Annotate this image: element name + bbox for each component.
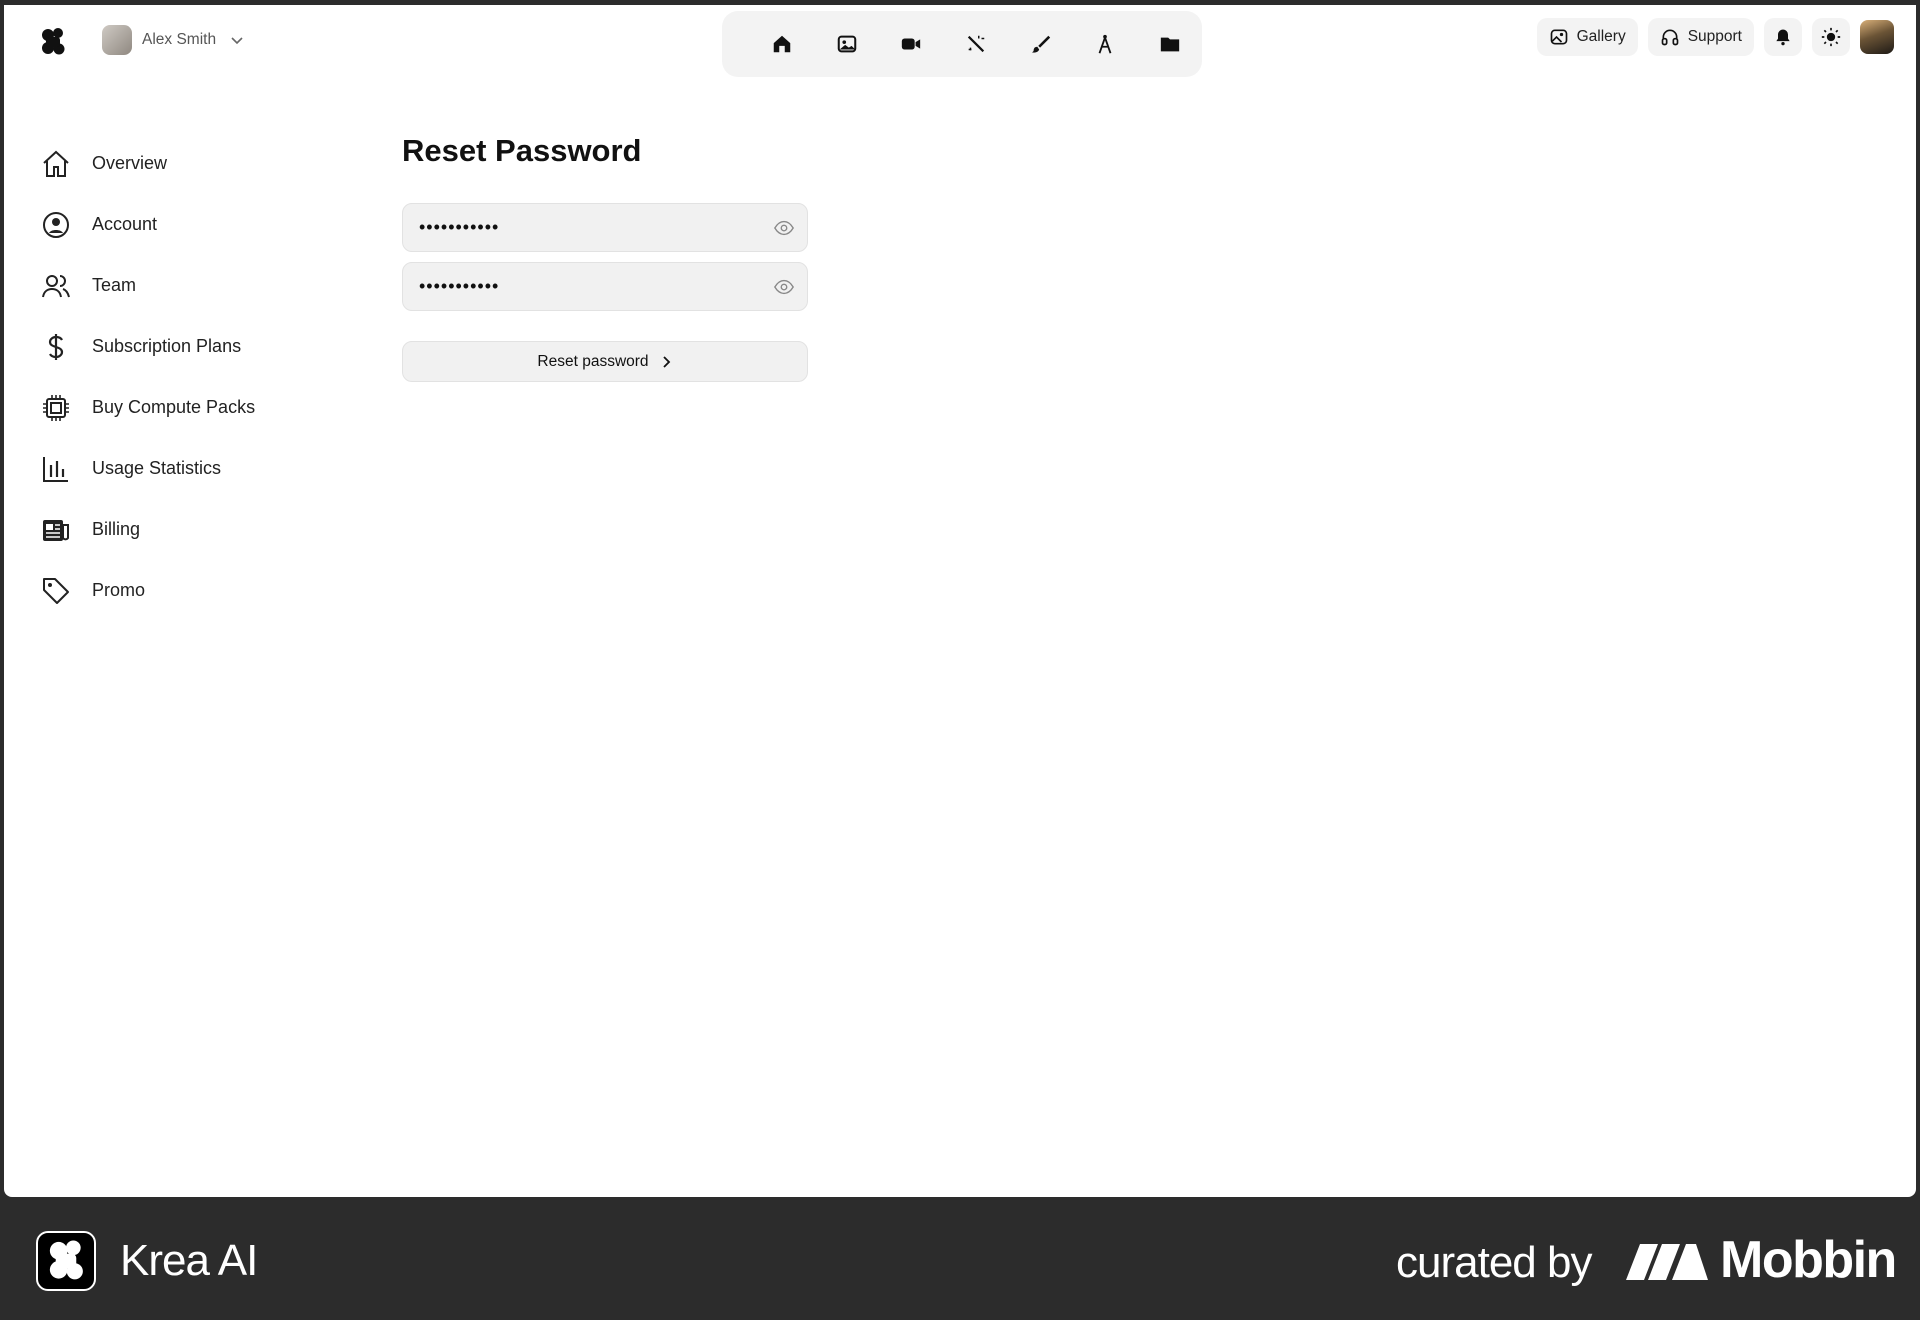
folder-icon [1160,37,1179,52]
sidebar-item-label: Buy Compute Packs [92,397,256,417]
sidebar-item-label: Team [92,275,137,295]
sidebar-item-label: Overview [92,153,168,173]
image-tool-button[interactable] [815,22,880,66]
sidebar-item-overview[interactable]: Overview [40,133,320,194]
top-actions: Gallery Support [1536,17,1894,57]
sidebar-item-label: Usage Statistics [92,458,222,478]
eye-icon[interactable] [773,276,795,298]
sidebar-item-label: Promo [92,580,146,600]
avatar [102,25,132,55]
krea-app-logo [36,1231,96,1291]
footer-banner: Krea AI curated by Mobbin [0,1200,1920,1320]
reset-password-button[interactable]: Reset password [402,341,808,382]
theme-toggle-button[interactable] [1812,18,1850,56]
video-tool-button[interactable] [879,22,944,66]
assets-tool-button[interactable] [1137,22,1202,66]
sidebar-item-label: Billing [92,519,141,539]
sidebar-item-subscription-plans[interactable]: Subscription Plans [40,316,320,377]
enhance-tool-button[interactable] [944,22,1009,66]
sidebar-item-team[interactable]: Team [40,255,320,316]
chip-icon [43,394,69,421]
page-title: Reset Password [402,133,642,168]
mobbin-wordmark: Mobbin [1720,1231,1897,1289]
new-password-input[interactable] [419,217,773,238]
app-window: Alex Smith Gallery Support Overview Acco… [4,5,1916,1197]
support-button[interactable]: Support [1647,18,1754,56]
gallery-button[interactable]: Gallery [1536,18,1638,56]
support-label: Support [1687,28,1742,45]
user-name: Alex Smith [142,31,217,48]
sidebar-item-usage-statistics[interactable]: Usage Statistics [40,438,320,499]
confirm-password-input[interactable] [419,276,773,297]
settings-sidebar: Overview Account Team Subscription Plans… [40,133,320,621]
dollar-icon [48,333,64,360]
gallery-label: Gallery [1576,28,1626,45]
video-icon [902,38,921,50]
krea-logo-icon [49,1240,83,1280]
new-password-field[interactable] [402,203,808,252]
headphones-icon [1661,29,1679,46]
tag-icon [43,577,69,604]
train-tool-button[interactable] [1073,22,1138,66]
home-icon [43,150,69,177]
confirm-password-field[interactable] [402,262,808,311]
compass-icon [1098,34,1112,54]
home-icon [774,35,791,53]
newspaper-icon [43,519,69,541]
tool-bar [722,11,1202,77]
sidebar-item-label: Account [92,214,158,234]
sun-icon [1821,27,1841,47]
brush-icon [1031,35,1050,53]
sidebar-item-billing[interactable]: Billing [40,499,320,560]
notifications-button[interactable] [1764,18,1802,56]
sidebar-item-label: Subscription Plans [92,336,242,356]
user-circle-icon [43,211,69,238]
realtime-tool-button[interactable] [1008,22,1073,66]
account-switcher[interactable]: Alex Smith [102,23,244,57]
bar-chart-icon [43,456,68,482]
eye-icon[interactable] [773,217,795,239]
home-tool-button[interactable] [750,22,815,66]
magic-wand-icon [967,35,985,53]
chevron-right-icon [662,355,670,368]
reset-password-label: Reset password [537,352,649,370]
chevron-down-icon [231,37,243,45]
krea-logo-icon[interactable] [40,27,66,57]
image-icon [837,35,857,53]
sidebar-item-account[interactable]: Account [40,194,320,255]
sidebar-item-promo[interactable]: Promo [40,560,320,621]
mobbin-logo: Mobbin [1626,1230,1897,1290]
user-avatar[interactable] [1860,20,1894,54]
users-icon [42,274,70,297]
mobbin-mark-icon [1626,1244,1708,1280]
gallery-icon [1550,29,1567,45]
sidebar-item-buy-compute-packs[interactable]: Buy Compute Packs [40,377,320,438]
curated-by-label: curated by [1396,1238,1592,1287]
footer-app-name: Krea AI [120,1236,258,1285]
bell-icon [1776,29,1790,46]
